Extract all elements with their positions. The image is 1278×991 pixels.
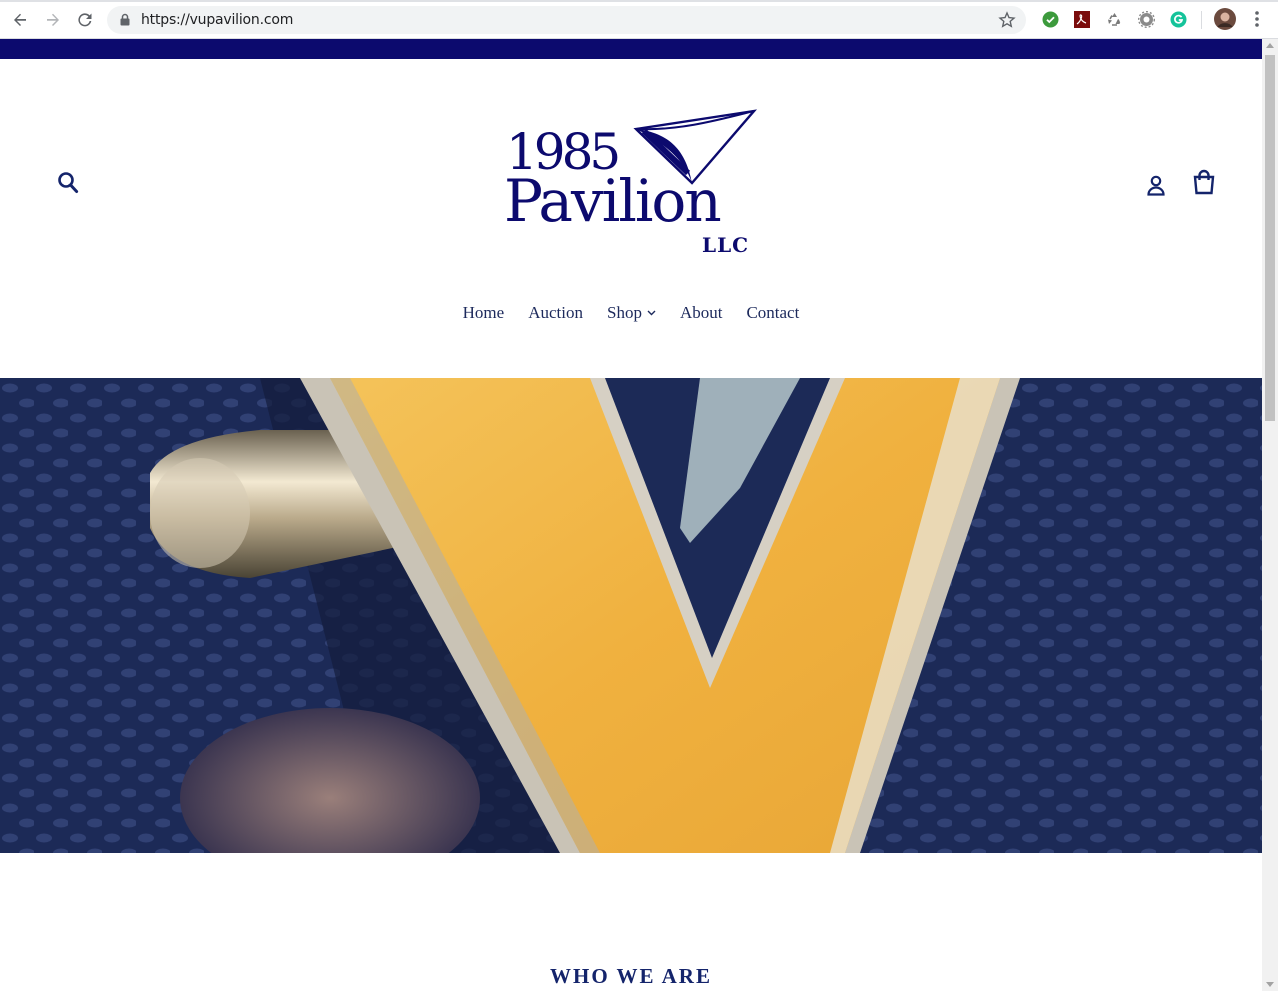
reload-icon [78,13,92,27]
browser-toolbar: https://vupavilion.com [0,0,1278,39]
nav-shop-label: Shop [606,303,642,322]
reload-button[interactable] [73,8,97,32]
arrow-left-icon [14,13,26,26]
account-icon [1147,175,1165,196]
search-icon [58,172,79,193]
back-button[interactable] [8,8,32,32]
sail-icon [633,109,758,185]
forward-button[interactable] [41,8,65,32]
toolbar-separator [1201,11,1202,29]
url-text: https://vupavilion.com [141,12,294,28]
site-logo[interactable]: 1985 Pavilion LLC [500,105,762,261]
main-navigation: Home Auction Shop About Contact [0,303,1262,323]
hero-image [0,378,1262,853]
recycle-icon[interactable] [1105,10,1123,28]
tab-strip-edge [0,0,1278,2]
gear-icon[interactable] [1137,10,1155,28]
nav-contact[interactable]: Contact [734,303,811,323]
pdf-icon[interactable] [1073,10,1091,28]
nav-about[interactable]: About [668,303,735,323]
arrow-right-icon [47,13,59,26]
lock-icon [120,13,130,26]
scroll-up-arrow-icon[interactable] [1266,43,1274,48]
cufflink-photo [0,378,1262,853]
scroll-down-arrow-icon[interactable] [1266,982,1274,987]
nav-auction[interactable]: Auction [516,303,595,323]
section-heading-who-we-are: WHO WE ARE [550,964,712,988]
nav-shop[interactable]: Shop [595,303,668,323]
grammarly-icon[interactable] [1169,10,1187,28]
kebab-menu-icon[interactable] [1248,10,1266,28]
search-button[interactable] [57,171,79,200]
shopping-bag-icon [1193,169,1215,195]
scroll-thumb[interactable] [1265,55,1275,421]
bookmark-star-icon[interactable] [997,10,1017,30]
check-circle-icon[interactable] [1041,10,1059,28]
announcement-bar [0,39,1262,59]
nav-home[interactable]: Home [451,303,517,323]
chevron-down-icon [647,310,656,316]
cart-button[interactable] [1192,169,1216,200]
page-scrollbar[interactable] [1262,39,1278,991]
account-button[interactable] [1146,173,1166,202]
page-viewport: 1985 Pavilion LLC Home Auction Shop Abou… [0,39,1262,991]
logo-suffix: LLC [702,233,750,257]
profile-avatar[interactable] [1214,8,1236,30]
address-bar[interactable]: https://vupavilion.com [107,6,1026,34]
